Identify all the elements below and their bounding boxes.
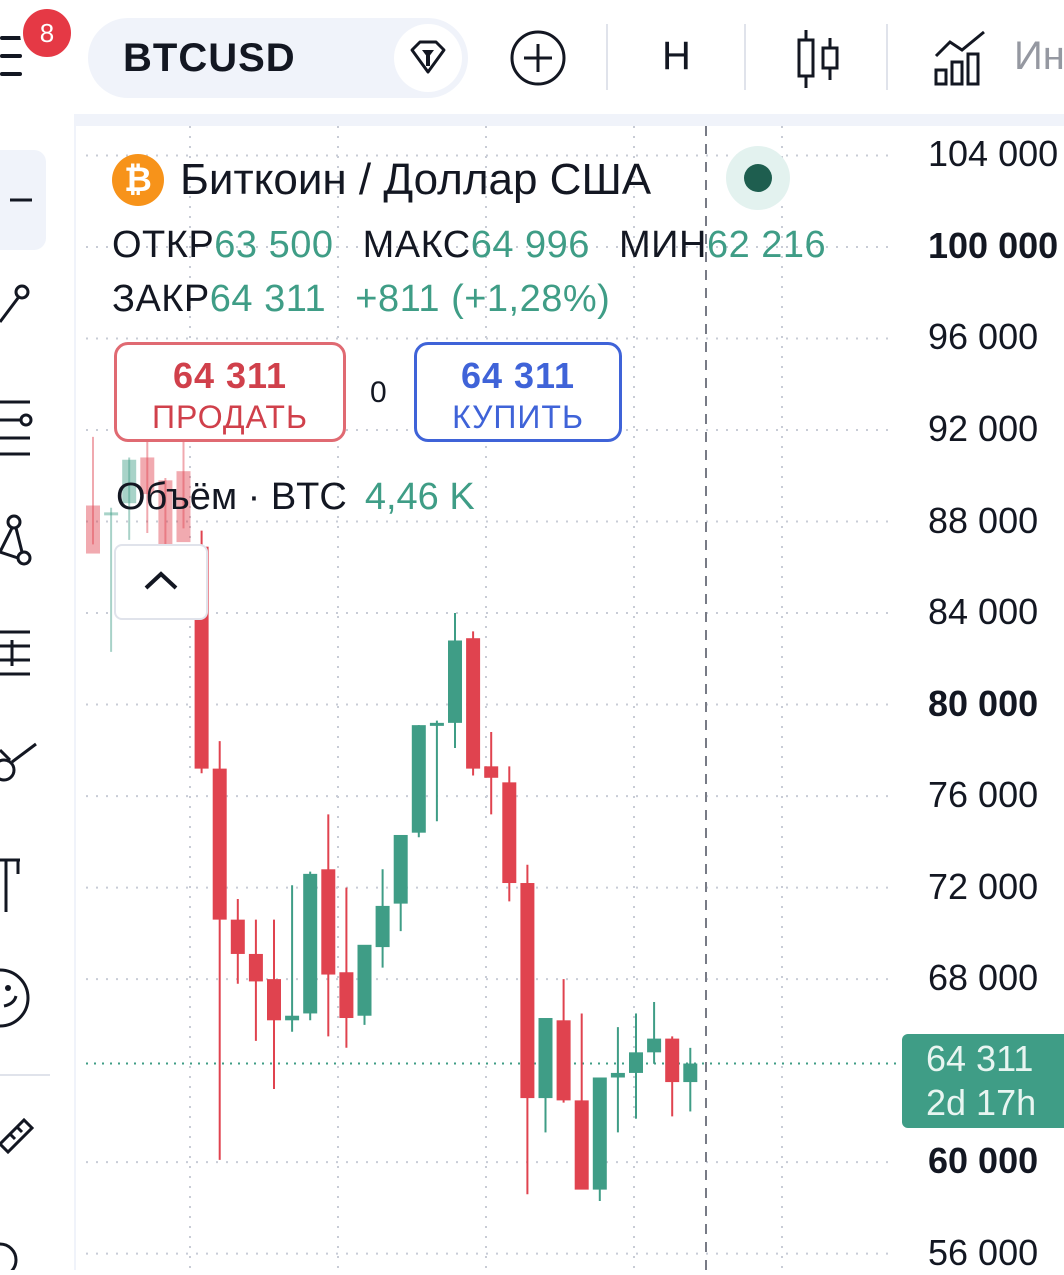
buy-price: 64 311 (460, 355, 576, 396)
candle-body (357, 944, 372, 1016)
top-toolbar: 8 BTCUSD H Ин (0, 0, 1064, 114)
price-axis-label: 84 000 (928, 591, 1039, 633)
candle-body (230, 919, 245, 954)
toolbar-divider (886, 24, 888, 90)
candle-body (212, 768, 227, 920)
cursor-tool[interactable] (0, 150, 46, 250)
candle-body (610, 1072, 625, 1078)
diamond-icon[interactable] (394, 24, 462, 92)
candle-body (683, 1063, 698, 1083)
ruler-icon[interactable] (0, 1092, 46, 1172)
candle-body (448, 640, 462, 723)
collapse-legend-button[interactable] (114, 544, 208, 620)
symbol-description: Биткоин / Доллар США (180, 155, 652, 204)
candle-body (86, 505, 100, 554)
candle-body (466, 638, 481, 769)
spread-value: 0 (370, 376, 387, 409)
price-axis-label: 60 000 (928, 1140, 1039, 1182)
volume-value: 4,46 K (364, 476, 475, 518)
candle-body (285, 1015, 300, 1021)
market-status[interactable] (726, 146, 790, 210)
toolbar-separator (74, 114, 1064, 126)
menu-icon[interactable] (0, 36, 24, 80)
symbol-label: BTCUSD (123, 36, 296, 80)
fib-retracement-icon[interactable] (0, 382, 46, 462)
high-value: 64 996 (470, 224, 590, 266)
open-value: 63 500 (214, 224, 334, 266)
price-axis-label: 92 000 (928, 408, 1039, 449)
open-label: ОТКР (112, 224, 215, 266)
candle-body (393, 834, 408, 904)
candle-body (629, 1052, 643, 1073)
text-tool-icon[interactable] (0, 844, 46, 924)
indicators-icon[interactable] (930, 18, 990, 98)
price-axis-label: 88 000 (928, 499, 1039, 541)
high-label: МАКС (362, 224, 471, 266)
chart-pane[interactable]: ₿ Биткоин / Доллар США ОТКР63 500 МАКС64… (86, 126, 1064, 1273)
add-symbol-icon[interactable] (506, 18, 570, 98)
candle-body (574, 1100, 589, 1190)
symbol-search[interactable]: BTCUSD (88, 18, 468, 98)
bar-countdown: 2d 17h (926, 1082, 1037, 1123)
low-value: 62 216 (706, 224, 827, 266)
bitcoin-icon: ₿ (112, 154, 164, 206)
price-axis-label: 56 000 (928, 1231, 1039, 1273)
projection-tool-icon[interactable] (0, 622, 46, 692)
pattern-tool-icon[interactable] (0, 502, 46, 582)
candle-body (267, 979, 281, 1021)
candle-body (556, 1020, 571, 1101)
zoom-icon[interactable] (0, 1220, 46, 1275)
close-row: ЗАКР64 311 +811 (+1,28%) (112, 278, 628, 321)
candle-body (248, 953, 263, 982)
price-axis-label: 100 000 (928, 224, 1059, 266)
drawing-toolbar (0, 126, 76, 1275)
toolbar-divider (744, 24, 746, 90)
price-axis-label: 72 000 (928, 865, 1039, 907)
candle-body (538, 1018, 553, 1099)
candle-body (665, 1038, 680, 1083)
sell-price: 64 311 (172, 355, 288, 396)
candle-body (339, 972, 354, 1019)
candle-body (411, 725, 426, 833)
price-axis-label: 80 000 (928, 682, 1039, 724)
candle-body (375, 905, 390, 948)
market-status-icon (744, 164, 772, 192)
price-axis-label: 76 000 (928, 774, 1039, 816)
candle-body (502, 782, 517, 884)
candle-body (647, 1038, 662, 1053)
sell-label: ПРОДАТЬ (152, 399, 308, 435)
last-price-tag: 64 311 2d 17h (902, 1034, 1064, 1128)
buy-label: КУПИТЬ (452, 399, 584, 435)
buy-button[interactable]: 64 311 КУПИТЬ (414, 342, 622, 442)
candle-body (592, 1077, 607, 1190)
toolbar-divider (0, 1074, 50, 1076)
price-axis-label: 96 000 (928, 316, 1039, 358)
candle-body (520, 883, 535, 1099)
indicators-label[interactable]: Ин (1014, 34, 1064, 79)
close-label: ЗАКР (112, 278, 210, 320)
price-axis-label: 68 000 (928, 957, 1039, 999)
sell-button[interactable]: 64 311 ПРОДАТЬ (114, 342, 346, 442)
toolbar-divider (606, 24, 608, 90)
volume-label: Объём · BTC (116, 476, 347, 518)
ohlc-row: ОТКР63 500 МАКС64 996 МИН62 216 (112, 224, 844, 267)
candle-body (321, 869, 336, 975)
price-axis-label: 104 000 (928, 133, 1059, 175)
last-price: 64 311 (926, 1038, 1034, 1079)
brush-tool-icon[interactable] (0, 730, 46, 800)
low-label: МИН (619, 224, 707, 266)
emoji-icon[interactable] (0, 962, 46, 1042)
candle-body (429, 722, 444, 726)
trend-line-icon[interactable] (0, 272, 46, 342)
chevron-up-icon (144, 571, 178, 590)
close-value: 64 311 (209, 278, 327, 320)
candles-chart-type-icon[interactable] (792, 18, 848, 98)
interval-button[interactable]: H (662, 34, 691, 79)
legend-header: ₿ Биткоин / Доллар США (112, 154, 651, 206)
candle-body (484, 766, 499, 778)
notification-badge: 8 (20, 6, 74, 60)
change-value: +811 (+1,28%) (355, 278, 611, 320)
volume-legend: Объём · BTC 4,46 K (116, 476, 475, 519)
candle-body (303, 873, 318, 1014)
